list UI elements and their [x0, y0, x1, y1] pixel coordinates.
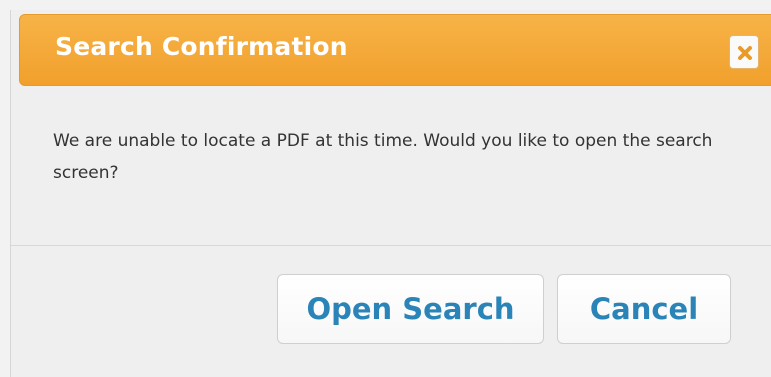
divider — [11, 245, 771, 246]
cancel-button[interactable]: Cancel — [557, 274, 731, 344]
open-search-button[interactable]: Open Search — [277, 274, 544, 344]
search-confirmation-dialog: Search Confirmation We are unable to loc… — [10, 10, 771, 377]
close-x-icon — [738, 46, 752, 60]
dialog-header: Search Confirmation — [19, 14, 771, 86]
close-button[interactable] — [729, 35, 759, 69]
dialog-message: We are unable to locate a PDF at this ti… — [53, 131, 713, 183]
dialog-title: Search Confirmation — [55, 32, 348, 61]
